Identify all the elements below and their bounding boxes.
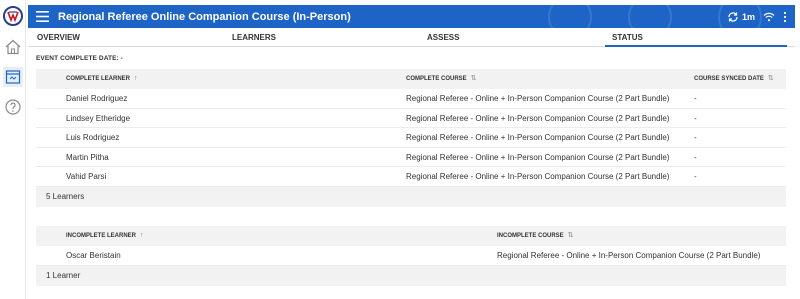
table-header: COMPLETE LEARNER ↑ COMPLETE COURSE ⇅ COU… [36, 69, 786, 89]
complete-learners-table: COMPLETE LEARNER ↑ COMPLETE COURSE ⇅ COU… [36, 69, 786, 207]
table-row[interactable]: Vahid Parsi Regional Referee - Online + … [36, 167, 786, 187]
tab-assess[interactable]: ASSESS [427, 29, 459, 47]
sync-label: 1m [741, 11, 755, 22]
col-course-synced-date[interactable]: COURSE SYNCED DATE ⇅ [694, 69, 774, 89]
sort-icon: ⇅ [567, 232, 574, 239]
col-label: INCOMPLETE COURSE [497, 233, 564, 239]
course-name: Regional Referee - Online + In-Person Co… [406, 133, 670, 143]
learner-count: 1 Learner [36, 265, 786, 286]
col-label: INCOMPLETE LEARNER [66, 233, 137, 239]
synced-date: - [694, 152, 697, 162]
tab-overview[interactable]: OVERVIEW [37, 29, 80, 47]
left-rail [0, 0, 26, 299]
synced-date: - [694, 94, 697, 103]
sync-icon [728, 11, 738, 22]
kebab-icon[interactable] [783, 11, 787, 23]
page-title: Regional Referee Online Companion Course… [58, 10, 351, 23]
tab-bar: OVERVIEW LEARNERS ASSESS STATUS [28, 29, 795, 47]
learner-count: 5 Learners [36, 186, 786, 207]
sort-asc-icon: ↑ [134, 75, 138, 82]
col-incomplete-course[interactable]: INCOMPLETE COURSE ⇅ [497, 226, 574, 246]
table-row[interactable]: Oscar Beristain Regional Referee - Onlin… [36, 246, 786, 266]
help-icon[interactable] [3, 97, 23, 117]
course-name: Regional Referee - Online + In-Person Co… [406, 113, 670, 123]
course-name: Regional Referee - Online + In-Person Co… [497, 251, 761, 260]
learner-name: Lindsey Etheridge [66, 113, 131, 123]
sort-icon: ⇅ [767, 75, 774, 82]
course-name: Regional Referee - Online + In-Person Co… [406, 94, 670, 103]
learner-name: Oscar Beristain [66, 251, 121, 260]
table-row[interactable]: Martin Pitha Regional Referee - Online +… [36, 147, 786, 168]
col-incomplete-learner[interactable]: INCOMPLETE LEARNER ↑ [66, 226, 144, 246]
learner-name: Luis Rodriguez [66, 133, 120, 143]
incomplete-learners-table: INCOMPLETE LEARNER ↑ INCOMPLETE COURSE ⇅… [36, 226, 786, 286]
app-header: Regional Referee Online Companion Course… [28, 5, 795, 28]
course-icon[interactable] [3, 67, 23, 87]
col-complete-course[interactable]: COMPLETE COURSE ⇅ [406, 69, 477, 89]
synced-date: - [694, 113, 697, 123]
synced-date: - [694, 172, 697, 182]
col-label: COURSE SYNCED DATE [694, 76, 764, 82]
sync-status[interactable]: 1m [727, 11, 755, 23]
table-row[interactable]: Daniel Rodriguez Regional Referee - Onli… [36, 89, 786, 109]
decorative-ball [628, 5, 672, 28]
table-row[interactable]: Luis Rodriguez Regional Referee - Online… [36, 128, 786, 148]
synced-date: - [694, 133, 697, 143]
tab-learners[interactable]: LEARNERS [232, 29, 276, 47]
event-complete-date: EVENT COMPLETE DATE: - [36, 55, 123, 62]
table-row[interactable]: Lindsey Etheridge Regional Referee - Onl… [36, 108, 786, 129]
col-label: COMPLETE COURSE [406, 76, 467, 82]
decorative-ball [548, 5, 592, 28]
learner-name: Martin Pitha [66, 152, 109, 162]
home-icon[interactable] [3, 37, 23, 57]
ussf-logo[interactable] [3, 6, 23, 26]
col-label: COMPLETE LEARNER [66, 76, 131, 82]
sort-asc-icon: ↑ [140, 232, 144, 239]
col-complete-learner[interactable]: COMPLETE LEARNER ↑ [66, 69, 138, 89]
hamburger-icon[interactable] [28, 5, 56, 28]
course-name: Regional Referee - Online + In-Person Co… [406, 172, 670, 182]
table-header: INCOMPLETE LEARNER ↑ INCOMPLETE COURSE ⇅ [36, 226, 786, 246]
learner-name: Vahid Parsi [66, 172, 107, 182]
course-name: Regional Referee - Online + In-Person Co… [406, 152, 670, 162]
learner-name: Daniel Rodriguez [66, 94, 128, 103]
sort-icon: ⇅ [470, 75, 477, 82]
logo-mark-icon [7, 11, 19, 23]
wifi-icon [763, 12, 775, 22]
tab-status[interactable]: STATUS [605, 29, 787, 47]
